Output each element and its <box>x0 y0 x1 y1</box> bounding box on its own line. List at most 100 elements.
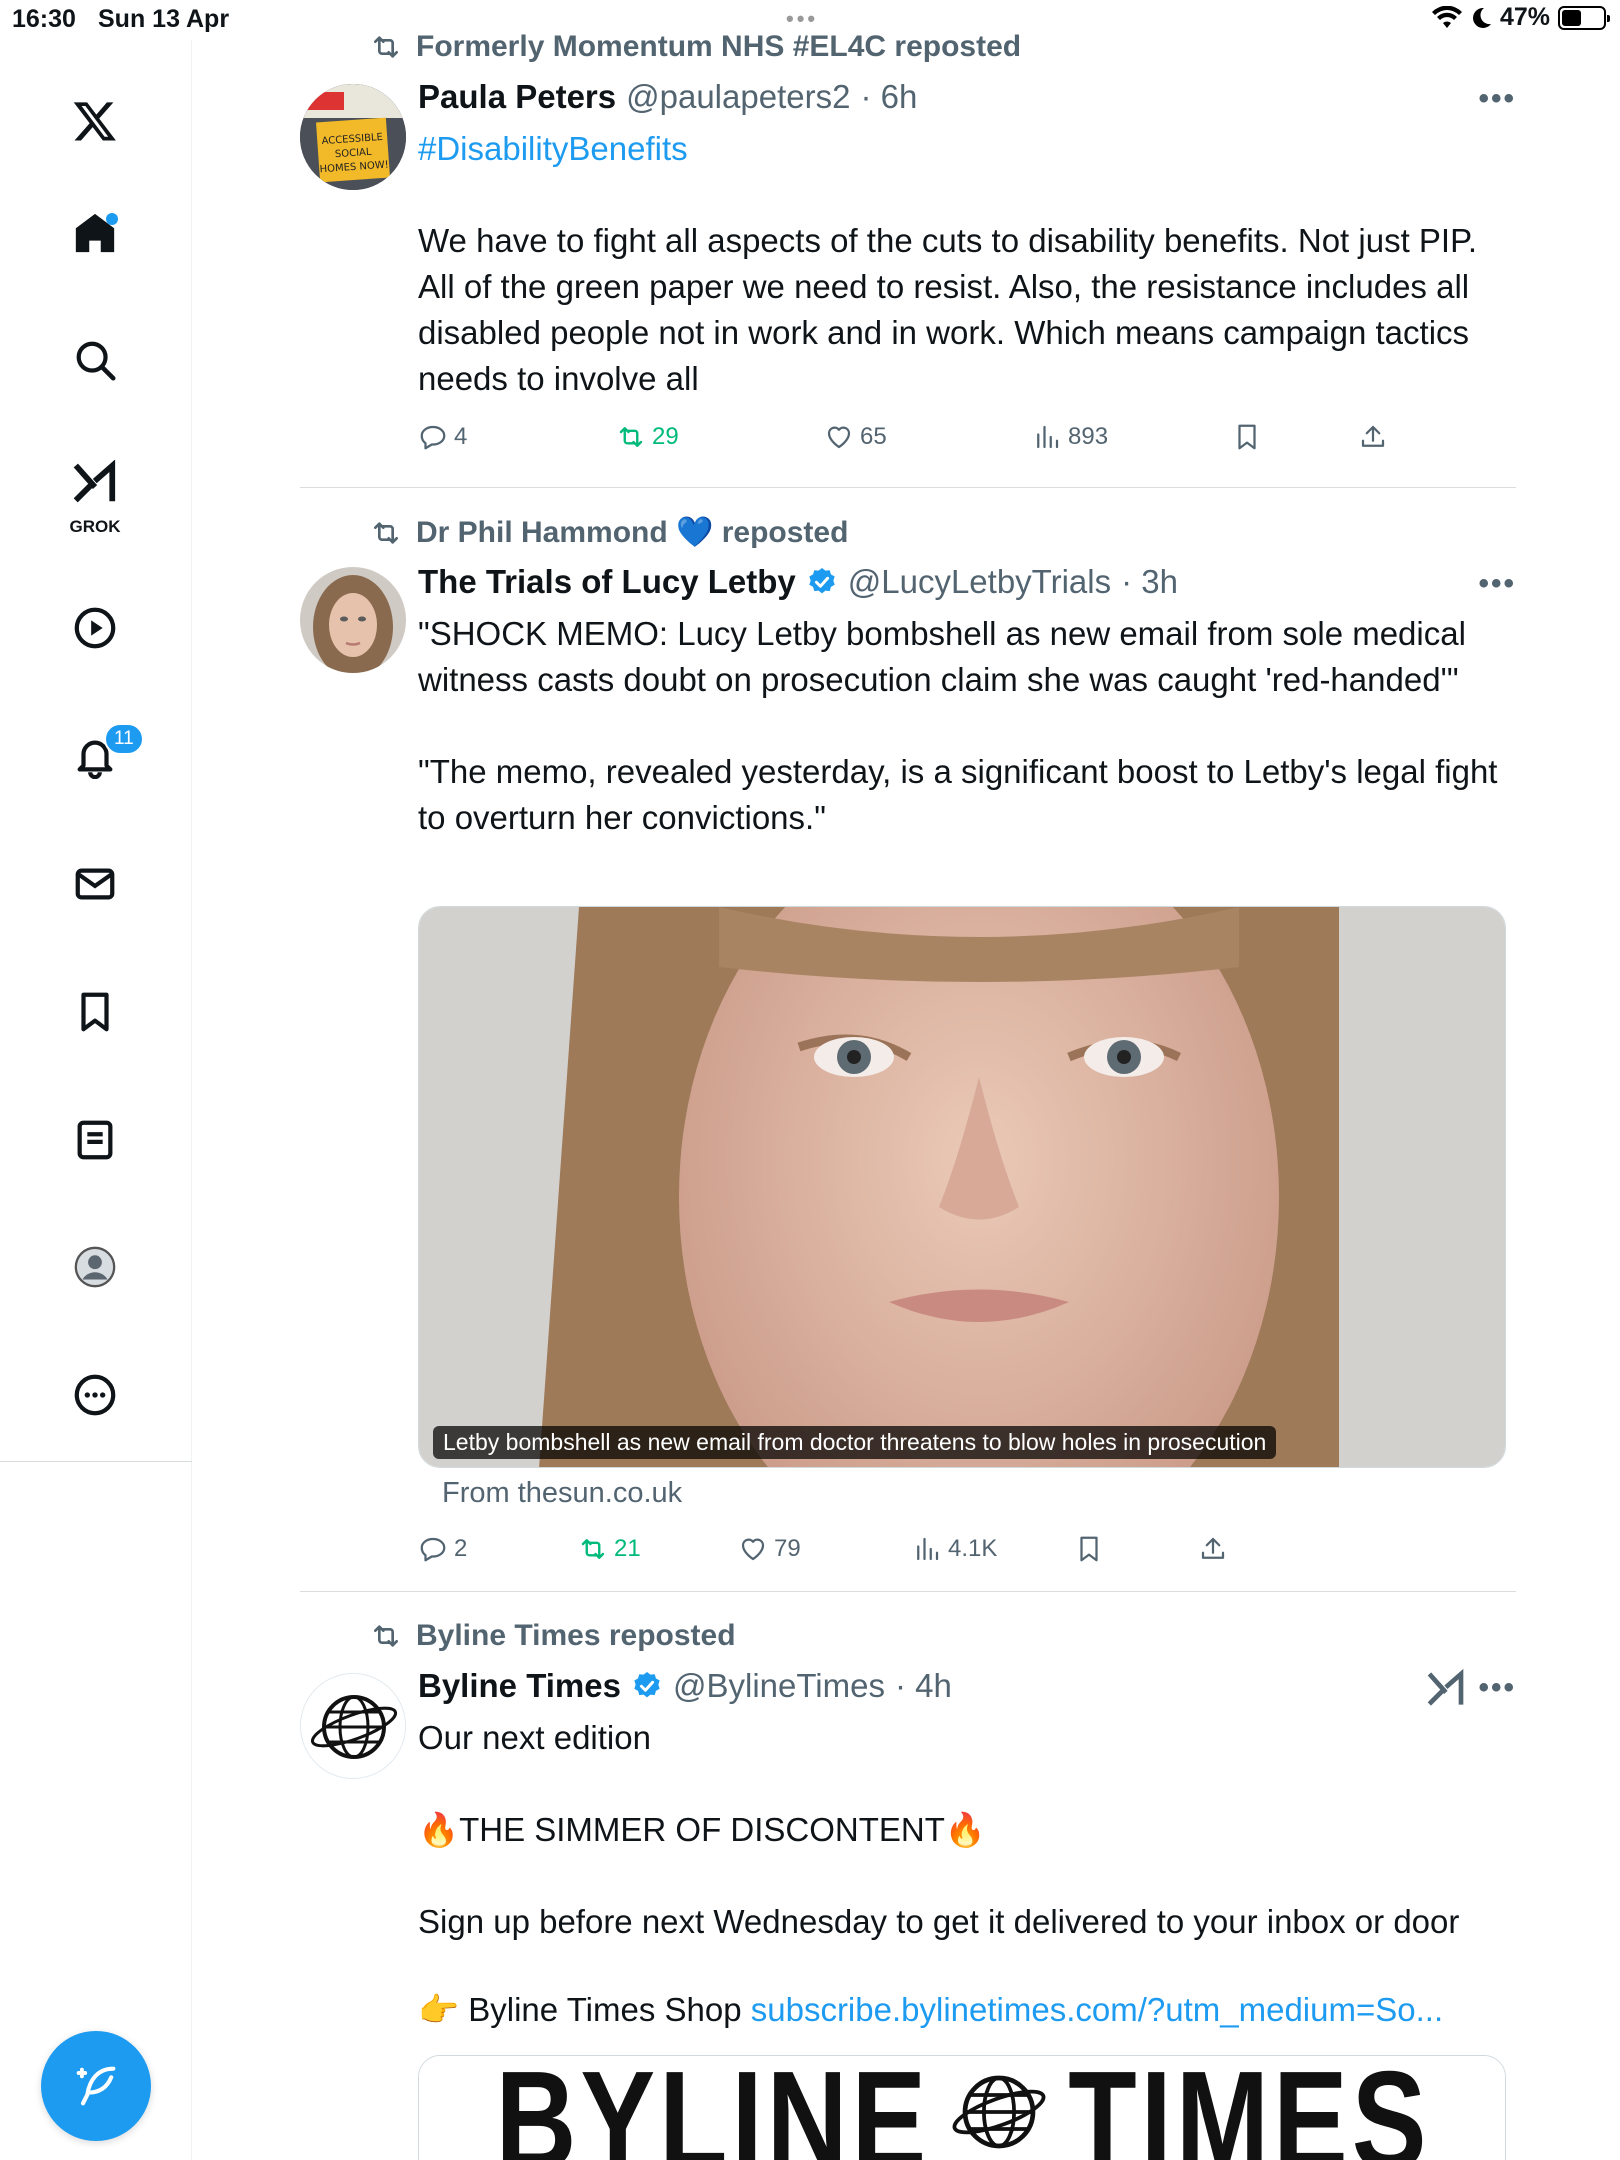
bookmark-button[interactable] <box>1232 422 1262 452</box>
verified-badge-icon <box>634 1672 660 1698</box>
card-caption: Letby bombshell as new email from doctor… <box>433 1426 1277 1459</box>
author-handle[interactable]: @LucyLetbyTrials <box>848 563 1111 601</box>
bookmarks-icon[interactable] <box>66 983 124 1041</box>
tweet-divider <box>300 1591 1516 1592</box>
author-handle[interactable]: @BylineTimes <box>673 1667 885 1705</box>
repost-button[interactable]: 21 <box>578 1534 641 1564</box>
compose-feather-icon <box>76 2066 116 2106</box>
reply-button[interactable]: 2 <box>418 1534 467 1564</box>
reply-count: 4 <box>454 423 468 450</box>
more-options-icon[interactable]: ••• <box>1478 1671 1516 1705</box>
share-icon <box>1361 425 1385 447</box>
author-name[interactable]: Byline Times <box>418 1667 621 1705</box>
bookmark-button[interactable] <box>1074 1534 1104 1564</box>
views-chart-icon <box>917 1537 939 1561</box>
link-card[interactable]: Letby bombshell as new email from doctor… <box>418 906 1506 1468</box>
author-handle[interactable]: @paulapeters2 <box>626 78 850 116</box>
byline-globe-logo-icon <box>301 1674 405 1778</box>
heart-icon <box>741 1538 765 1561</box>
view-count: 4.1K <box>948 1535 998 1562</box>
grok-icon[interactable] <box>66 454 124 512</box>
repost-icon <box>619 427 643 447</box>
masthead-globe-icon <box>952 2075 1046 2149</box>
avatar[interactable] <box>300 1673 406 1779</box>
views-button[interactable]: 4.1K <box>912 1534 997 1564</box>
views-button[interactable]: 893 <box>1032 422 1108 452</box>
reply-count: 2 <box>454 1535 468 1562</box>
grok-icon[interactable] <box>1426 1669 1466 1709</box>
tweet-paula-peters[interactable]: Formerly Momentum NHS #EL4C reposted ACC… <box>300 30 1516 470</box>
profile-icon[interactable] <box>66 1238 124 1296</box>
repost-button[interactable]: 29 <box>616 422 679 452</box>
lists-icon[interactable] <box>66 1111 124 1169</box>
sidebar: GROK 11 <box>0 40 192 2160</box>
tweet-text-line-4: 👉 Byline Times Shop subscribe.bylinetime… <box>418 1987 1518 2033</box>
more-options-icon[interactable]: ••• <box>1478 567 1516 601</box>
reply-icon <box>420 425 446 450</box>
search-icon[interactable] <box>66 331 124 389</box>
tweet-time[interactable]: · 3h <box>1121 563 1178 601</box>
like-count: 79 <box>774 1535 801 1562</box>
tweet-time[interactable]: · 6h <box>860 78 917 116</box>
video-icon[interactable] <box>66 599 124 657</box>
repost-context-label: Dr Phil Hammond 💙 reposted <box>416 516 849 549</box>
tweet-text-line-2: 🔥THE SIMMER OF DISCONTENT🔥 <box>418 1811 987 1848</box>
messages-icon[interactable] <box>66 855 124 913</box>
hashtag-link[interactable]: #DisabilityBenefits <box>418 126 1518 172</box>
link-card[interactable]: BYLINE TIMES <box>418 2055 1506 2160</box>
view-count: 893 <box>1068 423 1109 450</box>
avatar-protest-sign-image: ACCESSIBLE SOCIAL HOMES NOW! <box>300 84 406 190</box>
tweet-text: We have to fight all aspects of the cuts… <box>418 222 1485 397</box>
tweet-header: The Trials of Lucy Letby @LucyLetbyTrial… <box>418 563 1178 601</box>
tweet-byline-times[interactable]: Byline Times reposted Byline Times @Byli… <box>300 1619 1516 2160</box>
tweet-text: "SHOCK MEMO: Lucy Letby bombshell as new… <box>418 615 1498 836</box>
card-mugshot-image <box>419 907 1505 1467</box>
avatar[interactable] <box>300 567 406 673</box>
repost-icon <box>581 1539 605 1559</box>
tweet-text-line-1: Our next edition <box>418 1719 651 1756</box>
share-icon <box>1201 1537 1225 1559</box>
like-button[interactable]: 79 <box>738 1534 801 1564</box>
author-name[interactable]: The Trials of Lucy Letby <box>418 563 796 601</box>
compose-button[interactable] <box>41 2031 151 2141</box>
more-icon[interactable] <box>66 1366 124 1424</box>
tweet-header: Paula Peters @paulapeters2 · 6h <box>418 78 917 116</box>
shop-text: 👉 Byline Times Shop <box>418 1991 751 2028</box>
reply-button[interactable]: 4 <box>418 422 467 452</box>
reply-icon <box>420 1537 446 1562</box>
subscribe-link[interactable]: subscribe.bylinetimes.com/?utm_medium=So… <box>751 1991 1443 2028</box>
repost-context-label: Byline Times reposted <box>416 1619 736 1652</box>
repost-context-label: Formerly Momentum NHS #EL4C reposted <box>416 30 1022 63</box>
card-masthead: BYLINE TIMES <box>419 2056 1505 2160</box>
heart-icon <box>827 426 851 449</box>
repost-context[interactable]: Formerly Momentum NHS #EL4C reposted <box>370 30 1021 64</box>
card-source[interactable]: From thesun.co.uk <box>442 1477 682 1510</box>
x-logo-icon[interactable] <box>66 92 124 150</box>
repost-count: 29 <box>652 423 679 450</box>
like-button[interactable]: 65 <box>824 422 887 452</box>
tweet-lucy-letby-trials[interactable]: Dr Phil Hammond 💙 reposted The Trials of… <box>300 515 1516 1575</box>
hashtag-text[interactable]: #DisabilityBenefits <box>418 130 688 167</box>
bookmark-icon <box>1080 1536 1098 1562</box>
repost-context[interactable]: Dr Phil Hammond 💙 reposted <box>370 515 848 550</box>
more-options-icon[interactable]: ••• <box>1478 82 1516 116</box>
home-icon[interactable] <box>66 204 124 262</box>
avatar[interactable]: ACCESSIBLE SOCIAL HOMES NOW! <box>300 84 406 190</box>
author-name[interactable]: Paula Peters <box>418 78 616 116</box>
tweet-time[interactable]: · 4h <box>895 1667 952 1705</box>
tweet-header: Byline Times @BylineTimes · 4h <box>418 1667 952 1705</box>
views-chart-icon <box>1037 425 1059 449</box>
repost-count: 21 <box>614 1535 641 1562</box>
tweet-actions: 4 29 65 893 <box>418 422 1498 462</box>
share-button[interactable] <box>1198 1534 1228 1564</box>
repost-context[interactable]: Byline Times reposted <box>370 1619 736 1653</box>
verified-badge-icon <box>809 568 835 594</box>
grok-label: GROK <box>69 517 121 536</box>
sidebar-separator <box>0 1461 192 1462</box>
home-notification-dot <box>106 213 118 225</box>
share-button[interactable] <box>1358 422 1388 452</box>
repost-icon <box>374 521 398 544</box>
timeline[interactable]: Formerly Momentum NHS #EL4C reposted ACC… <box>193 0 1620 2160</box>
notification-badge: 11 <box>104 723 144 755</box>
avatar-portrait-image <box>300 567 406 673</box>
